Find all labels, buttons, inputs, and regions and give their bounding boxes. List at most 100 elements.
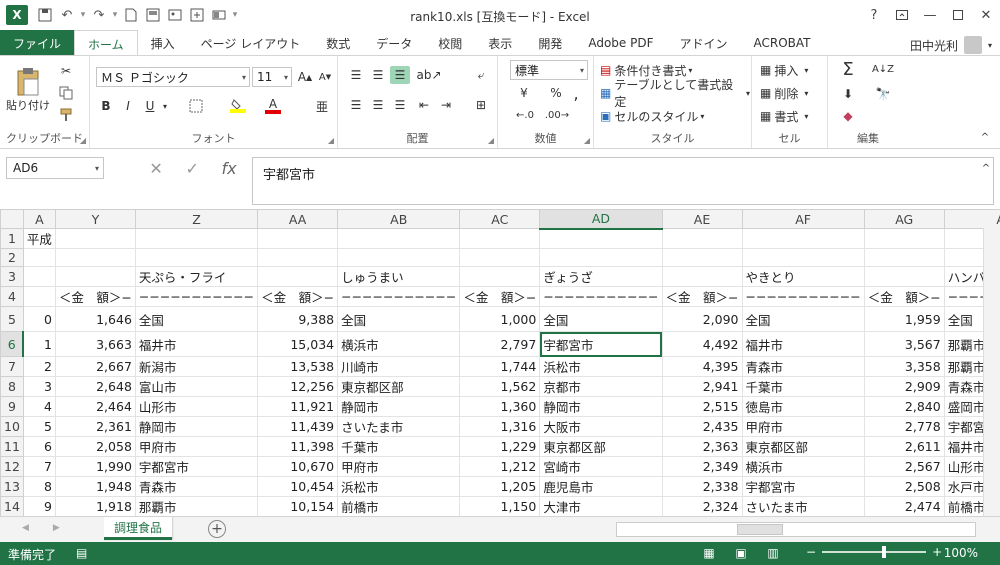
cell[interactable]: 2,090 xyxy=(661,306,743,332)
align-top-icon[interactable]: ☰ xyxy=(346,66,366,84)
cell[interactable]: ぎょうざ xyxy=(539,266,663,287)
cell[interactable]: ＜金 額＞− xyxy=(863,286,945,307)
row-header[interactable]: 13 xyxy=(0,476,24,497)
cell[interactable]: 2,058 xyxy=(54,436,136,457)
cell[interactable]: 1,646 xyxy=(54,306,136,332)
italic-button[interactable]: I xyxy=(118,96,138,116)
cell[interactable]: 浜松市 xyxy=(539,356,663,377)
collapse-formula-icon[interactable]: ^ xyxy=(978,161,994,175)
cell[interactable]: 13,538 xyxy=(257,356,339,377)
cell[interactable]: 3,663 xyxy=(54,331,136,357)
cell[interactable]: 1 xyxy=(22,331,56,357)
cell[interactable]: 静岡市 xyxy=(337,396,461,417)
insert-cells-button[interactable]: ▦ 挿入 ▾ xyxy=(760,60,824,80)
cell[interactable]: ＜金 額＞− xyxy=(459,286,541,307)
comma-style-icon[interactable]: , xyxy=(568,84,584,103)
column-header[interactable]: AH xyxy=(943,209,1000,229)
row-header[interactable]: 1 xyxy=(0,228,24,249)
cell[interactable] xyxy=(257,266,339,287)
cell[interactable]: 2,840 xyxy=(863,396,945,417)
cell[interactable]: 3 xyxy=(22,376,56,397)
tab-file[interactable]: ファイル xyxy=(0,30,75,56)
sort-filter-icon[interactable]: A↓Z xyxy=(868,58,898,80)
cell[interactable]: 全国 xyxy=(134,306,259,332)
cell[interactable]: 横浜市 xyxy=(337,331,461,357)
row-header[interactable]: 4 xyxy=(0,286,24,307)
zoom-out-icon[interactable]: − xyxy=(806,545,816,559)
cell[interactable] xyxy=(459,266,541,287)
column-header[interactable]: AF xyxy=(741,209,865,229)
fill-icon[interactable]: ⬇ xyxy=(834,84,862,104)
cell[interactable]: 1,150 xyxy=(459,496,541,516)
print-preview-icon[interactable] xyxy=(142,4,164,26)
cell[interactable]: 青森市 xyxy=(134,476,259,497)
formula-input[interactable]: 宇都宮市 xyxy=(252,157,994,205)
autosum-icon[interactable]: Σ xyxy=(834,58,862,80)
format-cells-button[interactable]: ▦ 書式 ▾ xyxy=(760,106,824,126)
customize-qat-icon[interactable]: ▾ xyxy=(230,10,240,20)
cell[interactable] xyxy=(134,228,259,249)
page-layout-view-icon[interactable]: ▣ xyxy=(732,545,750,561)
column-header[interactable]: Z xyxy=(134,209,259,229)
user-account[interactable]: 田中光利 ▾ xyxy=(910,36,992,54)
cell[interactable]: 全国 xyxy=(337,306,461,332)
cell[interactable] xyxy=(257,228,339,249)
copy-icon[interactable] xyxy=(56,84,76,102)
format-as-table-button[interactable]: ▦ テーブルとして書式設定 ▾ xyxy=(600,78,750,109)
sheet-tab-active[interactable]: 調理食品 xyxy=(104,517,173,540)
maximize-icon[interactable] xyxy=(944,0,972,30)
dialog-launcher-icon[interactable]: ◢ xyxy=(584,136,590,145)
row-header[interactable]: 5 xyxy=(0,306,24,332)
row-header[interactable]: 9 xyxy=(0,396,24,417)
delete-cells-button[interactable]: ▦ 削除 ▾ xyxy=(760,83,824,103)
tab-developer[interactable]: 開発 xyxy=(525,30,575,56)
cell[interactable]: 新潟市 xyxy=(134,356,259,377)
insert-function-icon[interactable]: fx xyxy=(222,159,237,178)
cell[interactable]: 2,797 xyxy=(459,331,541,357)
cell[interactable]: 富山市 xyxy=(134,376,259,397)
chevron-down-icon[interactable]: ▾ xyxy=(110,10,120,20)
horizontal-scrollbar[interactable] xyxy=(616,522,976,537)
column-header[interactable]: AA xyxy=(257,209,339,229)
cell[interactable]: 那覇市 xyxy=(134,496,259,516)
spreadsheet-grid[interactable]: AYZAAABACADAEAFAGAHAI 1平成23天ぷら・フライしゅうまいぎ… xyxy=(0,209,1000,516)
cell[interactable]: 10,154 xyxy=(257,496,339,516)
cell[interactable]: 鹿児島市 xyxy=(539,476,663,497)
cell[interactable] xyxy=(539,228,663,249)
cell[interactable]: 甲府市 xyxy=(134,436,259,457)
cell[interactable]: 2,667 xyxy=(54,356,136,377)
align-right-icon[interactable]: ☰ xyxy=(390,96,410,114)
cell[interactable]: 東京都区部 xyxy=(741,436,865,457)
phonetic-icon[interactable]: 亜 xyxy=(312,96,332,116)
page-break-view-icon[interactable]: ▥ xyxy=(764,545,782,561)
font-family-select[interactable]: ＭＳ Ｐゴシック ▾ xyxy=(96,67,250,87)
cell[interactable] xyxy=(54,266,136,287)
cell[interactable]: 1,229 xyxy=(459,436,541,457)
cell[interactable]: 2,508 xyxy=(863,476,945,497)
cell[interactable]: 静岡市 xyxy=(134,416,259,437)
column-header[interactable]: AE xyxy=(661,209,743,229)
cell[interactable] xyxy=(661,266,743,287)
select-all-corner[interactable] xyxy=(0,209,24,229)
column-header[interactable]: AD xyxy=(539,209,663,230)
format-painter-icon[interactable] xyxy=(56,106,76,124)
normal-view-icon[interactable]: ▦ xyxy=(700,545,718,561)
column-header[interactable]: AB xyxy=(337,209,461,229)
cell[interactable]: 3,358 xyxy=(863,356,945,377)
scroll-thumb[interactable] xyxy=(737,524,783,535)
tab-view[interactable]: 表示 xyxy=(475,30,525,56)
align-bottom-icon[interactable]: ☰ xyxy=(390,66,410,84)
cell[interactable] xyxy=(459,248,541,267)
cell[interactable]: やきとり xyxy=(741,266,865,287)
increase-font-icon[interactable]: A ▲ xyxy=(296,68,314,86)
row-header[interactable]: 7 xyxy=(0,356,24,377)
cell[interactable]: しゅうまい xyxy=(337,266,461,287)
cell[interactable]: 青森市 xyxy=(741,356,865,377)
zoom-in-icon[interactable]: + xyxy=(932,545,942,559)
cell[interactable]: 千葉市 xyxy=(741,376,865,397)
cell[interactable] xyxy=(863,266,945,287)
cell[interactable]: 全国 xyxy=(741,306,865,332)
cell[interactable]: 甲府市 xyxy=(337,456,461,477)
cell[interactable]: 京都市 xyxy=(539,376,663,397)
tab-formulas[interactable]: 数式 xyxy=(313,30,363,56)
